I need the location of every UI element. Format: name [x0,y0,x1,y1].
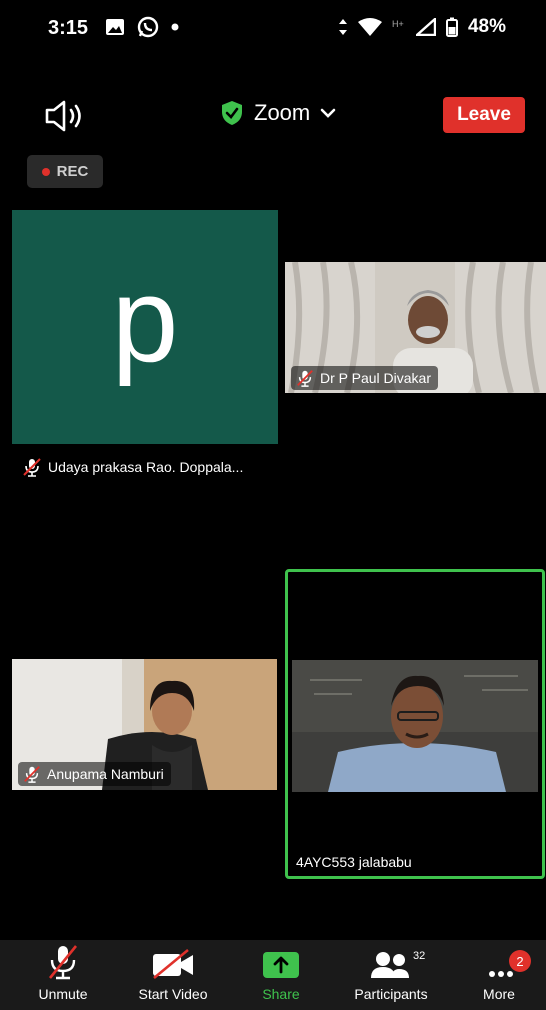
signal-icon [415,18,436,36]
recording-dot-icon [41,167,50,176]
participant-tile-udaya[interactable]: p [12,210,278,444]
meeting-toolbar: Unmute Start Video Share 32 Participants… [0,940,546,1010]
participant-name-tag-udaya: Udaya prakasa Rao. Doppala... [22,457,243,477]
participant-avatar-initial: p [111,253,179,387]
more-dots-icon [489,971,513,977]
participant-name-tag-jalababu: 4AYC553 jalababu [296,854,412,870]
status-bar: 3:15 H+ 48% [0,0,546,60]
status-notification-icons [105,16,179,38]
share-label: Share [262,986,300,1002]
participants-icon [371,952,409,978]
mic-muted-icon [23,458,41,477]
video-off-icon [153,948,193,980]
svg-text:H+: H+ [392,19,404,29]
participant-name-paul: Dr P Paul Divakar [320,370,432,386]
participant-name-tag-anupama: Anupama Namburi [18,762,171,786]
meeting-title: Zoom [254,100,311,125]
mic-muted-icon [48,945,78,980]
shield-check-icon [222,101,242,125]
more-notification-badge: 2 [509,950,531,972]
mic-muted-icon [297,370,313,387]
unmute-button[interactable]: Unmute [8,940,118,1010]
participants-count: 32 [413,950,426,962]
participant-video-jalababu [292,660,538,792]
participants-label: Participants [354,986,428,1002]
share-screen-icon [263,952,299,978]
wifi-icon [357,18,382,36]
participant-name-jalababu: 4AYC553 jalababu [296,854,412,870]
share-button[interactable]: Share [226,940,336,1010]
participants-button[interactable]: 32 Participants [336,940,446,1010]
status-system-icons: H+ 48% [338,16,506,38]
image-icon [106,19,124,35]
speaker-icon [45,100,81,132]
recording-label: REC [56,163,89,180]
participant-name-anupama: Anupama Namburi [47,766,164,782]
participant-name-udaya: Udaya prakasa Rao. Doppala... [48,459,244,475]
start-video-button[interactable]: Start Video [118,940,228,1010]
more-button[interactable]: 2 More [444,940,546,1010]
recording-indicator: REC [27,155,103,188]
participant-name-tag-paul: Dr P Paul Divakar [291,366,439,390]
unmute-label: Unmute [38,986,88,1002]
dot-icon [171,23,179,31]
battery-percent: 48% [467,16,506,37]
speaker-toggle-button[interactable] [44,98,88,139]
leave-button[interactable]: Leave [443,97,525,133]
more-label: More [483,986,515,1002]
status-time: 3:15 [48,17,89,39]
battery-icon [445,17,458,37]
start-video-label: Start Video [138,986,208,1002]
meeting-info-dropdown[interactable]: Zoom [220,100,336,126]
mic-muted-icon [24,766,40,783]
chevron-down-icon [320,108,336,118]
whatsapp-icon [137,16,159,38]
participant-tile-jalababu[interactable] [285,569,545,879]
network-hplus-icon: H+ [392,19,404,29]
data-arrows-icon [338,19,347,35]
